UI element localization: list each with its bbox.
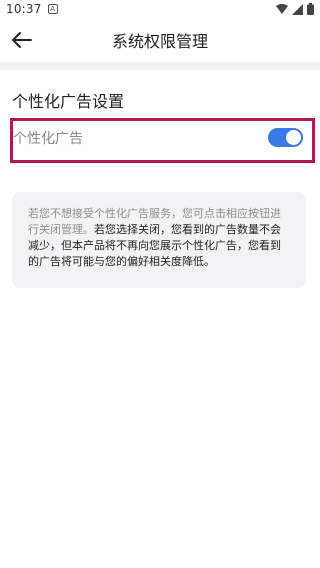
setting-label: 个性化广告 [13, 131, 83, 147]
section-title: 个性化广告设置 [12, 92, 125, 111]
info-card: 若您不想接受个性化广告服务，您可点击相应按钮进行关闭管理。若您选择关闭，您看到的… [12, 192, 306, 288]
back-button[interactable] [6, 24, 38, 56]
back-arrow-icon [12, 32, 32, 48]
page-title: 系统权限管理 [111, 32, 208, 51]
header-divider [0, 62, 320, 70]
signal-icon [292, 3, 303, 15]
status-bar: 10:37 A [0, 0, 320, 18]
personalized-ads-toggle[interactable] [268, 128, 303, 147]
status-time: 10:37 [6, 2, 42, 16]
notification-icon: A [47, 4, 58, 14]
wifi-icon [276, 3, 288, 14]
status-icons [276, 3, 314, 15]
battery-icon [307, 3, 314, 15]
setting-row-personalized-ads: 个性化广告 [10, 118, 315, 163]
app-header: 系统权限管理 [0, 18, 320, 62]
toggle-knob [286, 130, 301, 145]
